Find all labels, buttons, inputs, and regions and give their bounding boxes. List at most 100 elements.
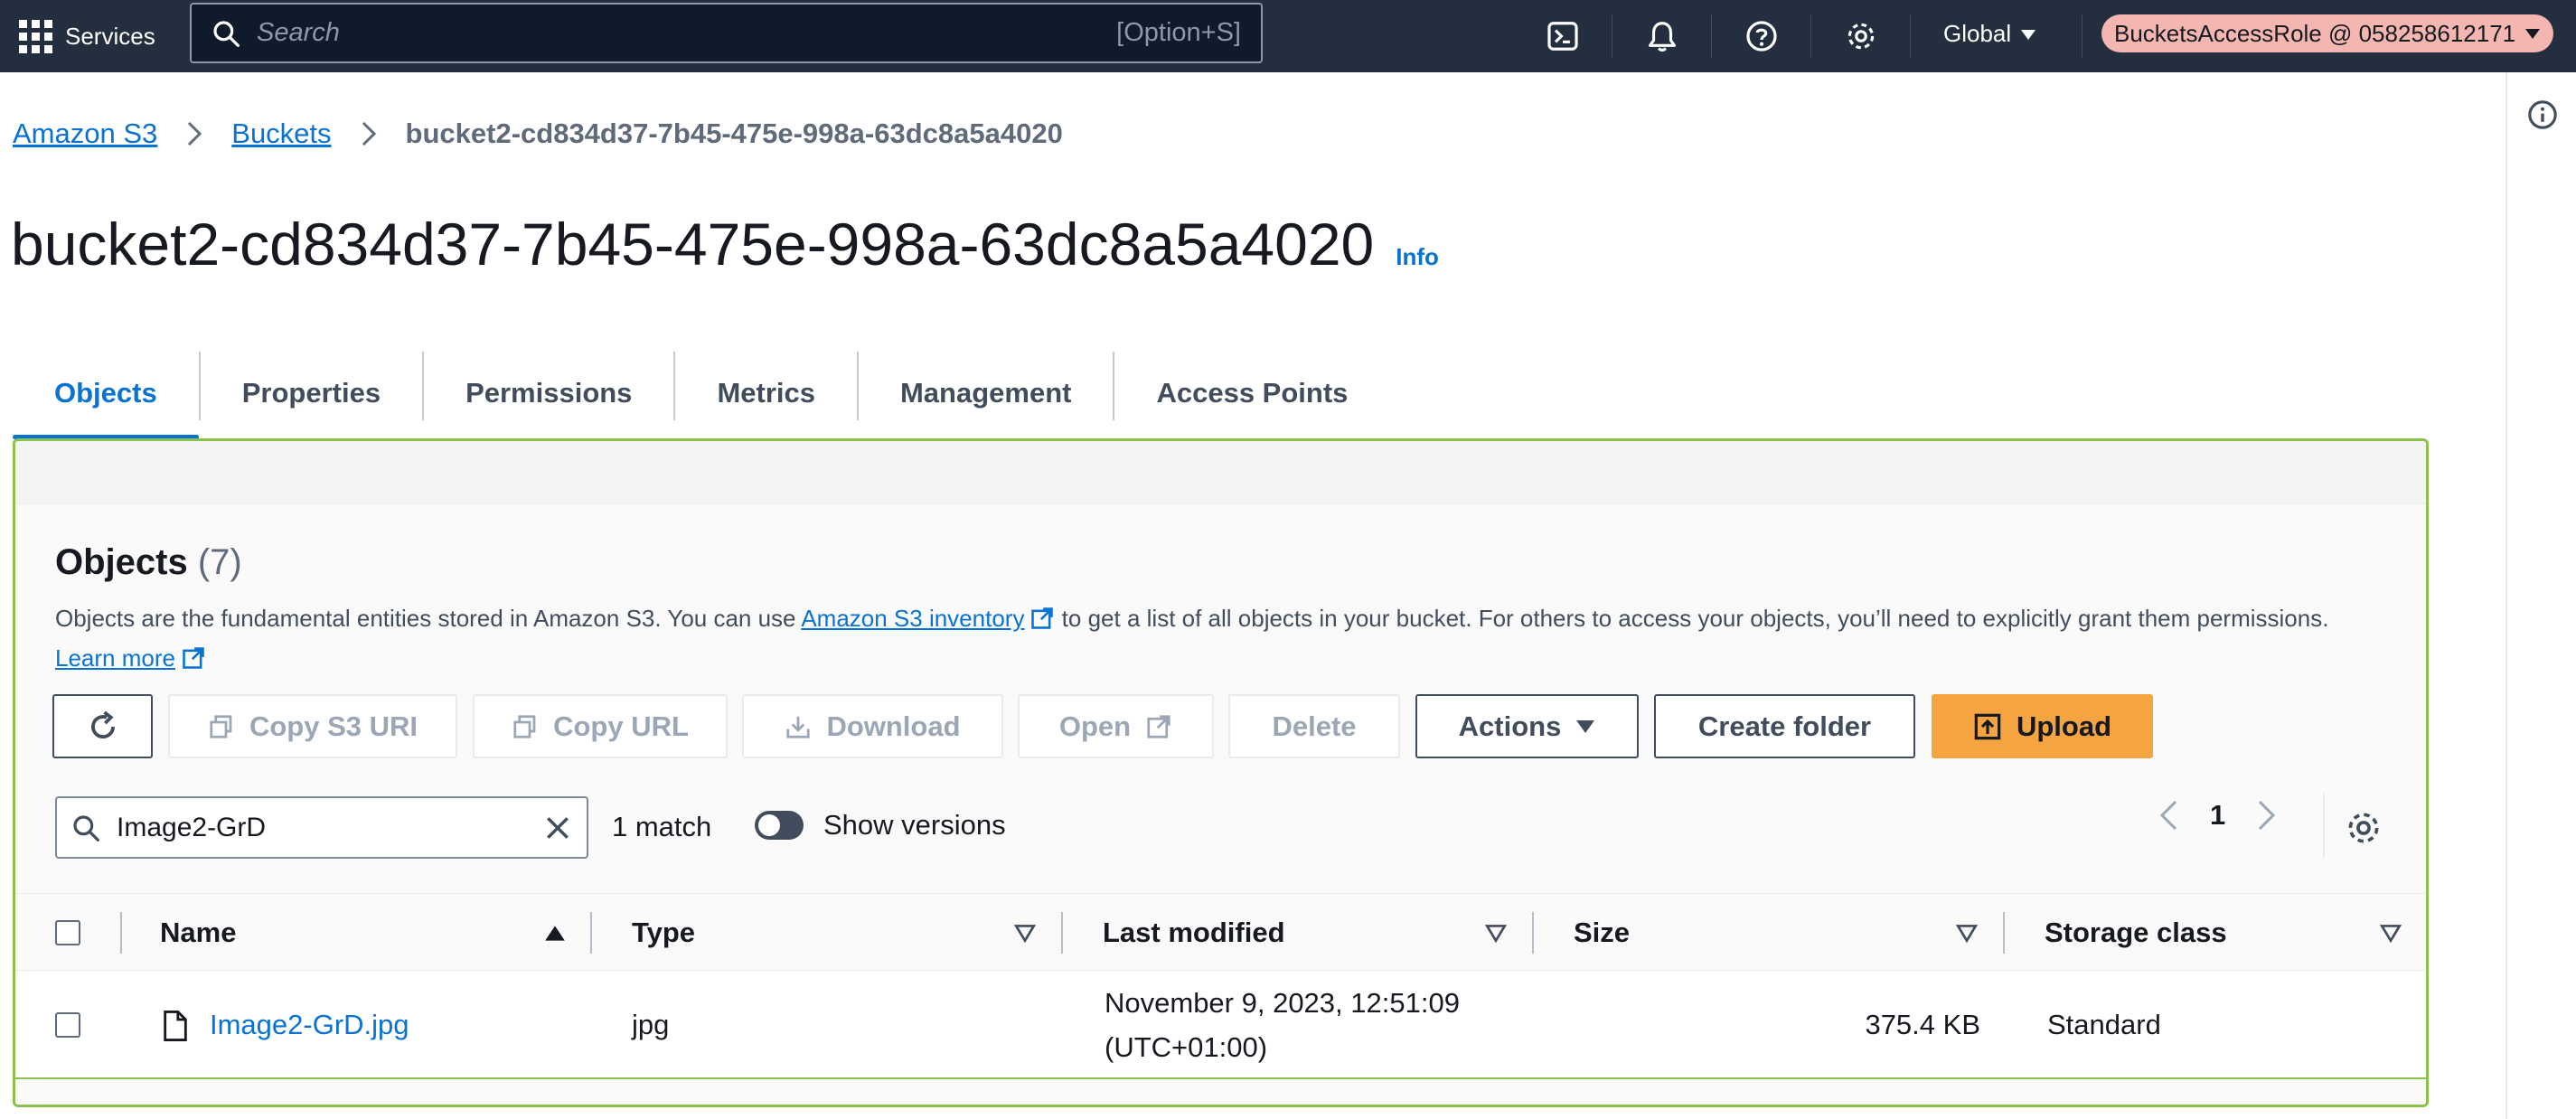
region-selector[interactable]: Global: [1943, 20, 2036, 48]
select-all-checkbox[interactable]: [55, 920, 80, 945]
filter-value: Image2-GrD: [117, 812, 267, 842]
caret-down-icon: [2525, 29, 2541, 39]
global-search-input[interactable]: Search [Option+S]: [190, 3, 1263, 63]
copy-s3-uri-button[interactable]: Copy S3 URI: [168, 694, 457, 758]
tools-rail: [2505, 72, 2576, 1119]
find-objects-input[interactable]: Image2-GrD: [55, 796, 588, 859]
column-header-name[interactable]: Name: [160, 894, 236, 972]
object-name-link[interactable]: Image2-GrD.jpg: [210, 1009, 409, 1041]
last-modified-date: November 9, 2023, 12:51:09: [1105, 987, 1460, 1019]
object-type: jpg: [632, 1009, 670, 1040]
upload-label: Upload: [2016, 710, 2112, 742]
clear-filter-icon[interactable]: [543, 813, 572, 842]
object-size: 375.4 KB: [1865, 1009, 1980, 1040]
nav-divider: [1711, 14, 1712, 58]
panel-header-strip: [15, 441, 2426, 504]
search-shortcut-hint: [Option+S]: [1116, 18, 1241, 47]
external-link-icon: [1031, 607, 1054, 629]
column-header-type[interactable]: Type: [632, 894, 695, 972]
toggle-knob: [758, 814, 780, 836]
table-preferences-gear-icon[interactable]: [2344, 808, 2383, 848]
download-button[interactable]: Download: [742, 694, 1003, 758]
column-divider: [2003, 912, 2005, 954]
services-grid-icon: [18, 19, 52, 53]
previous-page-icon[interactable]: [2158, 799, 2179, 832]
tab-access-points[interactable]: Access Points: [1114, 348, 1389, 438]
info-panel-icon[interactable]: [2527, 99, 2558, 130]
copy-s3-uri-label: Copy S3 URI: [249, 710, 418, 742]
external-link-icon: [1147, 714, 1170, 738]
object-last-modified: November 9, 2023, 12:51:09 (UTC+01:00): [1105, 971, 1460, 1079]
show-versions-label: Show versions: [823, 809, 1006, 841]
caret-down-icon: [2021, 29, 2036, 40]
sort-icon[interactable]: [2379, 921, 2402, 945]
breadcrumb-buckets[interactable]: Buckets: [231, 118, 331, 150]
description-text-end: to get a list of all objects in your buc…: [1055, 605, 2329, 632]
objects-heading-label: Objects: [55, 542, 188, 582]
tab-objects[interactable]: Objects: [13, 348, 199, 439]
tab-permissions[interactable]: Permissions: [424, 348, 673, 438]
sort-icon[interactable]: [1484, 921, 1508, 945]
download-icon: [786, 716, 811, 738]
pagination-divider: [2323, 794, 2325, 859]
sort-ascending-icon[interactable]: [543, 921, 567, 945]
sort-icon[interactable]: [1013, 921, 1037, 945]
objects-count: (7): [197, 542, 242, 582]
table-row[interactable]: Image2-GrD.jpg jpg November 9, 2023, 12:…: [15, 971, 2426, 1079]
bucket-name-heading: bucket2-cd834d37-7b45-475e-998a-63dc8a5a…: [11, 211, 1375, 277]
toggle-switch[interactable]: [755, 811, 804, 840]
info-link[interactable]: Info: [1396, 243, 1439, 271]
column-header-storage-class[interactable]: Storage class: [2045, 894, 2227, 972]
pagination: 1: [2158, 799, 2278, 832]
upload-button[interactable]: Upload: [1932, 694, 2153, 758]
tab-management[interactable]: Management: [859, 348, 1113, 438]
copy-url-label: Copy URL: [553, 710, 689, 742]
show-versions-toggle[interactable]: Show versions: [755, 809, 1006, 842]
row-select-checkbox[interactable]: [55, 1012, 80, 1038]
sort-icon[interactable]: [1955, 921, 1979, 945]
column-divider: [120, 912, 122, 954]
account-label: BucketsAccessRole @ 058258612171: [2114, 19, 2516, 47]
upload-icon: [1974, 713, 2001, 739]
search-placeholder: Search: [257, 18, 340, 47]
s3-inventory-link[interactable]: Amazon S3 inventory: [801, 605, 1024, 632]
help-icon[interactable]: [1743, 17, 1781, 55]
description-text-start: Objects are the fundamental entities sto…: [55, 605, 802, 632]
copy-url-button[interactable]: Copy URL: [473, 694, 728, 758]
search-icon: [213, 20, 240, 47]
open-button[interactable]: Open: [1018, 694, 1214, 758]
services-menu[interactable]: Services: [18, 16, 155, 56]
file-icon: [164, 1011, 187, 1041]
column-divider: [590, 912, 592, 954]
table-header: Name Type Last modified Size Storage cla…: [15, 893, 2426, 971]
column-divider: [1532, 912, 1534, 954]
last-modified-timezone: (UTC+01:00): [1105, 1031, 1268, 1063]
refresh-button[interactable]: [52, 694, 153, 758]
notifications-bell-icon[interactable]: [1643, 17, 1681, 55]
settings-gear-icon[interactable]: [1842, 17, 1880, 55]
chevron-right-icon: [361, 120, 377, 147]
breadcrumb-amazon-s3[interactable]: Amazon S3: [13, 118, 157, 150]
account-menu[interactable]: BucketsAccessRole @ 058258612171: [2101, 14, 2554, 52]
next-page-icon[interactable]: [2256, 799, 2278, 832]
objects-panel: Objects (7) Objects are the fundamental …: [13, 438, 2429, 1107]
actions-dropdown[interactable]: Actions: [1415, 694, 1639, 758]
create-folder-label: Create folder: [1697, 710, 1872, 742]
column-header-size[interactable]: Size: [1574, 894, 1630, 972]
column-divider: [1061, 912, 1063, 954]
top-navigation: Services Search [Option+S] Global Bucket…: [0, 0, 2576, 72]
match-count: 1 match: [612, 811, 712, 842]
delete-button[interactable]: Delete: [1228, 694, 1400, 758]
learn-more-link[interactable]: Learn more: [55, 644, 175, 672]
copy-icon: [513, 714, 536, 738]
tab-properties[interactable]: Properties: [201, 348, 422, 438]
tab-metrics[interactable]: Metrics: [675, 348, 857, 438]
create-folder-button[interactable]: Create folder: [1654, 694, 1915, 758]
nav-divider: [1910, 14, 1911, 58]
download-label: Download: [826, 710, 961, 742]
actions-label: Actions: [1458, 710, 1562, 742]
column-header-last-modified[interactable]: Last modified: [1103, 894, 1285, 972]
delete-label: Delete: [1272, 710, 1357, 742]
cloudshell-icon[interactable]: [1544, 17, 1582, 55]
current-page-number[interactable]: 1: [2210, 799, 2225, 832]
